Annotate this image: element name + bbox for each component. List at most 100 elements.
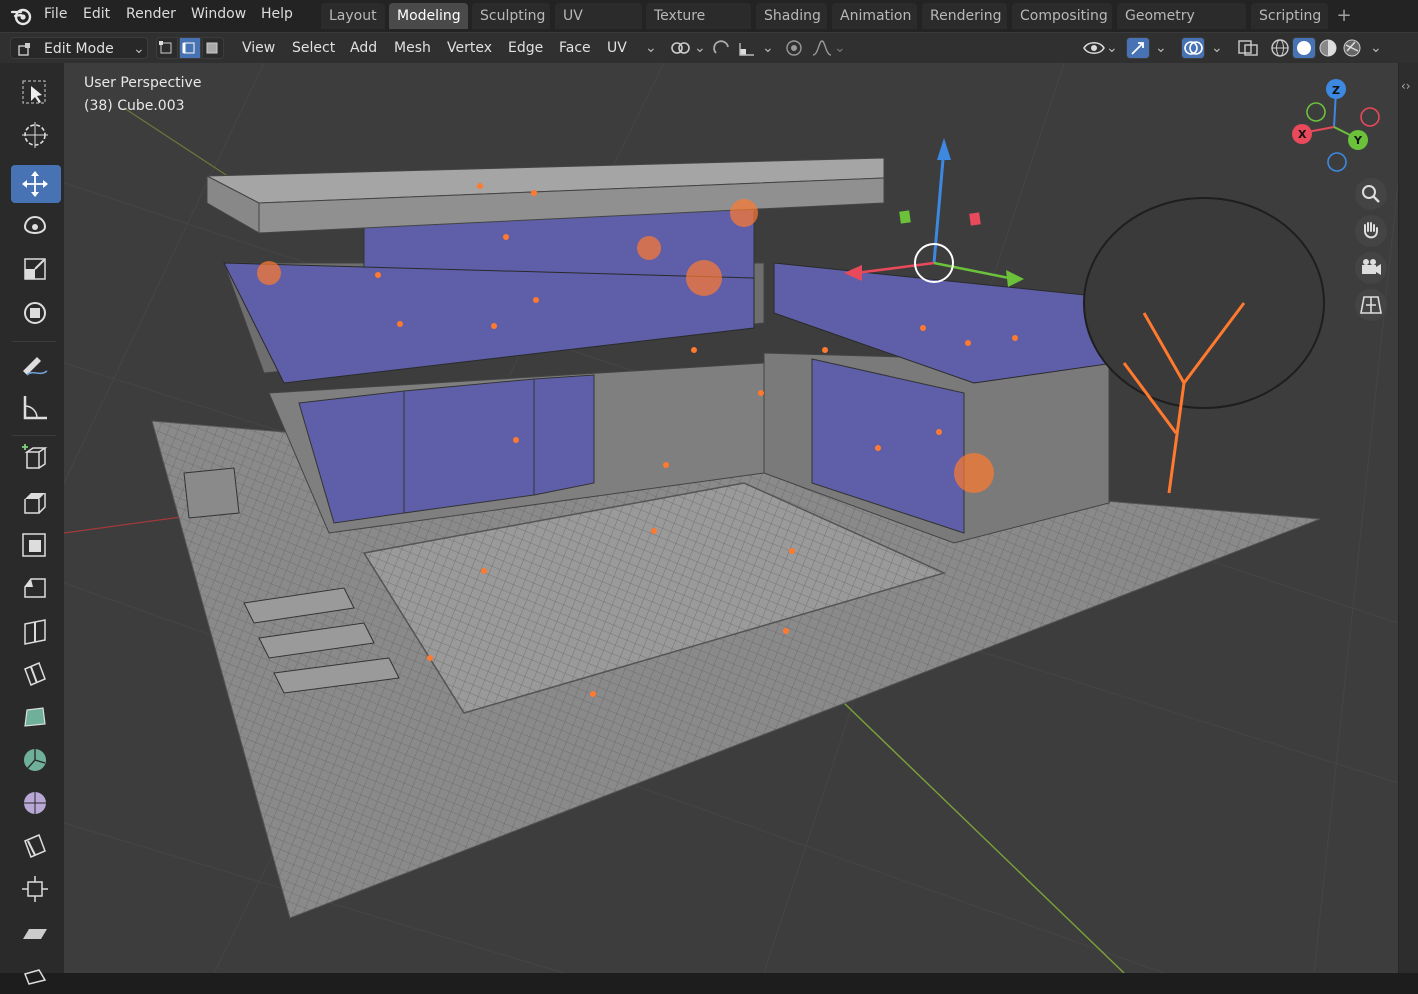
poly-build-tool[interactable] [11, 698, 61, 736]
chevron-down-icon: ⌄ [1155, 40, 1167, 56]
xray-icon[interactable] [1236, 37, 1260, 59]
toolbar-divider [12, 435, 56, 436]
rotate-icon [24, 216, 46, 234]
overlays-toggle-button[interactable] [1181, 37, 1205, 59]
chevron-down-icon: ⌄ [1106, 40, 1118, 56]
menu-select[interactable]: Select [292, 37, 335, 59]
cursor-icon [22, 122, 48, 148]
menu-view[interactable]: View [242, 37, 275, 59]
transform-tool[interactable] [11, 294, 61, 332]
proportional-edit-icon[interactable] [782, 37, 806, 59]
edge-slide-tool[interactable] [11, 827, 61, 865]
tab-modeling[interactable]: Modeling [389, 3, 468, 29]
visibility-icon[interactable] [1082, 37, 1106, 59]
annotate-tool[interactable] [11, 345, 61, 383]
menu-vertex[interactable]: Vertex [447, 37, 492, 59]
menu-window[interactable]: Window [187, 0, 250, 32]
tab-sculpting[interactable]: Sculpting [472, 3, 550, 29]
inset-tool[interactable] [11, 526, 61, 564]
tab-layout[interactable]: Layout [321, 3, 385, 29]
snap-target-icon[interactable] [736, 37, 760, 59]
smooth-tool[interactable] [11, 784, 61, 822]
tab-texture-paint[interactable]: Texture Paint [646, 3, 751, 50]
gizmo-z-label: Z [1332, 84, 1340, 97]
viewport-header: Edit Mode ⌄ View Select Add Mesh Vertex … [0, 32, 1418, 63]
move-icon [22, 171, 48, 197]
scale-tool[interactable] [11, 251, 61, 289]
menu-help[interactable]: Help [257, 0, 297, 32]
rendered-shading-icon[interactable] [1340, 37, 1364, 59]
loop-cut-tool[interactable] [11, 612, 61, 650]
bevel-tool[interactable] [11, 569, 61, 607]
solid-shading-button[interactable] [1292, 37, 1316, 59]
menu-add[interactable]: Add [350, 37, 377, 59]
transform-pivot-icon[interactable] [668, 37, 692, 59]
viewport-scene: Z X Y [64, 63, 1398, 973]
menu-file[interactable]: File [40, 0, 71, 32]
shear-tool[interactable] [11, 913, 61, 951]
face-mode-icon [206, 42, 218, 54]
wireframe-shading-icon[interactable] [1268, 37, 1292, 59]
rotate-tool[interactable] [11, 208, 61, 246]
poly-build-icon [24, 707, 46, 727]
add-cube-icon [22, 444, 48, 469]
toolbar-divider [12, 341, 56, 342]
extrude-tool[interactable] [11, 483, 61, 521]
spin-tool[interactable] [11, 741, 61, 779]
vertex-select-mode-button[interactable] [156, 37, 178, 59]
transform-icon [24, 302, 46, 324]
gizmo-x-label: X [1298, 128, 1307, 141]
chevron-down-icon: ⌄ [1211, 40, 1223, 56]
gizmo-toggle-button[interactable] [1126, 37, 1150, 59]
snap-icon[interactable] [710, 37, 734, 59]
select-box-tool[interactable] [11, 73, 61, 111]
sidebar-toggle-strip[interactable]: ‹› [1398, 63, 1418, 973]
falloff-icon[interactable] [810, 37, 834, 59]
measure-icon [23, 396, 47, 420]
camera-view-icon[interactable] [1354, 251, 1388, 285]
cursor-tool[interactable] [11, 116, 61, 154]
blender-logo-icon[interactable] [10, 4, 34, 28]
scale-icon [24, 258, 46, 280]
bevel-icon [24, 578, 46, 598]
tab-compositing[interactable]: Compositing [1012, 3, 1112, 29]
tab-animation[interactable]: Animation [832, 3, 917, 29]
shrink-fatten-tool[interactable] [11, 870, 61, 908]
knife-icon [24, 662, 46, 686]
knife-tool[interactable] [11, 655, 61, 693]
y-axis-line-front [843, 702, 1125, 973]
tab-scripting[interactable]: Scripting [1251, 3, 1328, 29]
menu-edge[interactable]: Edge [508, 37, 543, 59]
tab-rendering[interactable]: Rendering [922, 3, 1007, 29]
menu-face[interactable]: Face [559, 37, 591, 59]
vertex-mode-icon [159, 41, 172, 54]
measure-tool[interactable] [11, 388, 61, 426]
edge-select-mode-button[interactable] [179, 37, 201, 59]
add-cube-tool[interactable] [11, 438, 61, 476]
chevron-collapse-icon[interactable]: ‹› [1401, 79, 1411, 93]
gizmo-y-label: Y [1353, 134, 1363, 147]
menu-edit[interactable]: Edit [79, 0, 114, 32]
mode-label: Edit Mode [44, 41, 114, 57]
menu-mesh[interactable]: Mesh [394, 37, 431, 59]
mode-dropdown[interactable]: Edit Mode ⌄ [10, 37, 148, 59]
perspective-toggle-icon[interactable] [1354, 288, 1388, 322]
material-shading-icon[interactable] [1316, 37, 1340, 59]
tab-uv-editing[interactable]: UV Editing [555, 3, 642, 50]
add-workspace-icon[interactable]: + [1334, 3, 1354, 29]
loop-cut-icon [24, 619, 46, 645]
pan-hand-icon[interactable] [1354, 214, 1388, 248]
rip-region-tool[interactable] [11, 956, 61, 994]
tree [1083, 197, 1325, 494]
zoom-icon[interactable] [1354, 177, 1388, 211]
viewport-perspective-label: User Perspective [84, 75, 202, 91]
menu-uv[interactable]: UV [607, 37, 627, 59]
edge-mode-icon [182, 42, 195, 54]
menu-render[interactable]: Render [122, 0, 180, 32]
move-tool[interactable] [11, 165, 61, 203]
3d-viewport[interactable]: Z X Y User Perspective (38) Cube.003 [64, 63, 1398, 973]
face-select-mode-button[interactable] [202, 37, 224, 59]
spin-icon [24, 749, 46, 771]
tab-shading[interactable]: Shading [756, 3, 827, 29]
tab-geometry-nodes[interactable]: Geometry Nodes [1117, 3, 1246, 50]
